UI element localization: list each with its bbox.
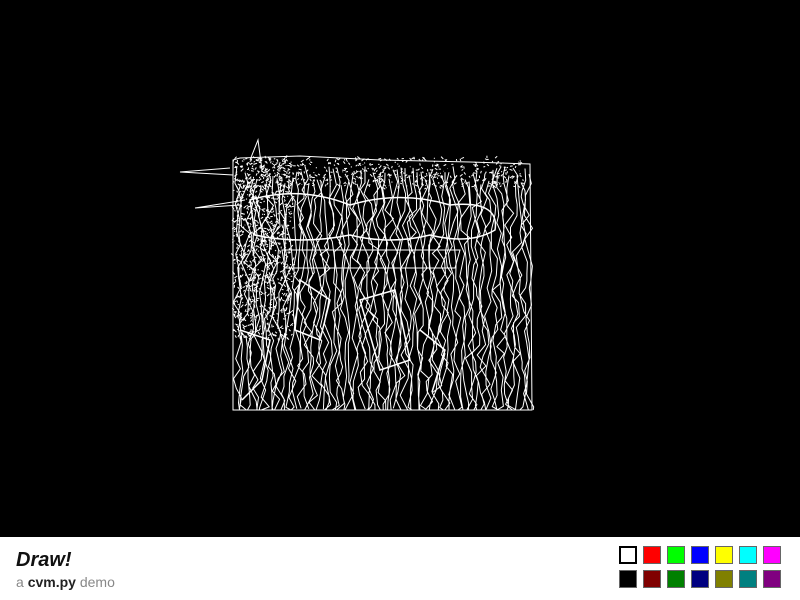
app-subtitle: a cvm.py demo <box>16 574 115 590</box>
color-swatch[interactable] <box>739 546 757 564</box>
color-swatch[interactable] <box>763 546 781 564</box>
subtitle-suffix: demo <box>79 574 115 590</box>
app-title: Draw! <box>16 549 72 571</box>
color-swatch[interactable] <box>643 546 661 564</box>
drawing-canvas[interactable] <box>0 0 800 537</box>
drawing-strokes <box>179 138 535 411</box>
bottom-toolbar: Draw! a cvm.py demo <box>0 537 800 600</box>
subtitle-prefix: a <box>16 574 24 590</box>
color-swatch[interactable] <box>715 546 733 564</box>
color-swatch[interactable] <box>691 570 709 588</box>
color-swatch[interactable] <box>715 570 733 588</box>
color-palette <box>618 545 786 593</box>
color-swatch[interactable] <box>619 546 637 564</box>
color-swatch[interactable] <box>667 570 685 588</box>
color-swatch[interactable] <box>691 546 709 564</box>
color-swatch[interactable] <box>643 570 661 588</box>
subtitle-module: cvm.py <box>27 574 76 590</box>
color-swatch[interactable] <box>763 570 781 588</box>
color-swatch[interactable] <box>667 546 685 564</box>
color-swatch[interactable] <box>739 570 757 588</box>
color-swatch[interactable] <box>619 570 637 588</box>
